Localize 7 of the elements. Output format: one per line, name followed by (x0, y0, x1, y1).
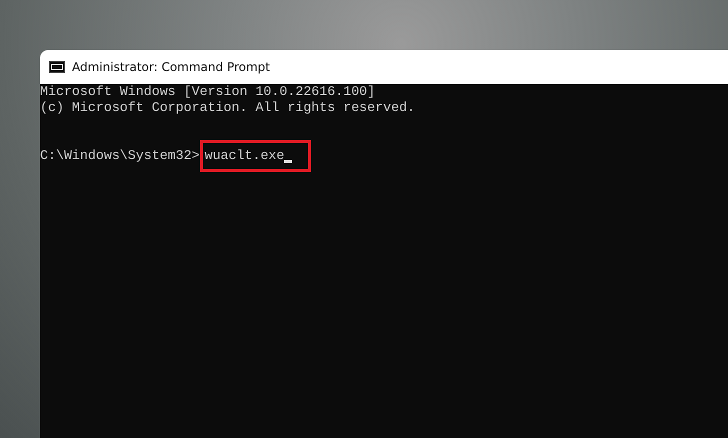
console-icon (49, 61, 65, 73)
command-prompt-path: C:\Windows\System32> (40, 148, 200, 164)
console-line: (c) Microsoft Corporation. All rights reserved. (40, 100, 416, 116)
console-line: Microsoft Windows [Version 10.0.22616.100] (40, 84, 376, 100)
command-text: wuaclt.exe (204, 148, 284, 164)
text-cursor (284, 160, 292, 163)
window-title: Administrator: Command Prompt (72, 60, 270, 74)
